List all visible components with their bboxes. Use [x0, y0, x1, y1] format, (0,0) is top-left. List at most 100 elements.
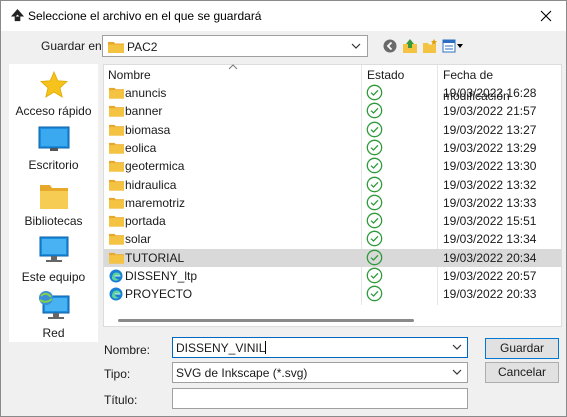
up-folder-button[interactable]: [402, 38, 418, 54]
window-title: Seleccione el archivo en el que se guard…: [28, 9, 262, 23]
file-date: 19/03/2022 20:33: [443, 287, 537, 302]
file-date: 19/03/2022 13:32: [443, 177, 537, 192]
file-date: 19/03/2022 15:51: [443, 214, 537, 229]
file-row[interactable]: DISSENY_ltp 19/03/2022 20:57: [104, 267, 561, 285]
folder-icon: [109, 106, 124, 117]
place-quick-access[interactable]: Acceso rápido: [9, 70, 98, 118]
view-menu-icon: [442, 39, 463, 53]
save-dialog: Seleccione el archivo en el que se guard…: [0, 0, 567, 417]
sync-status-icon: [366, 121, 383, 137]
folder-icon: [108, 42, 124, 53]
chevron-down-icon: [452, 369, 462, 375]
place-label: Bibliotecas: [24, 214, 83, 228]
filetype-select[interactable]: SVG de Inkscape (*.svg): [172, 362, 468, 383]
title-bar: Seleccione el archivo en el que se guard…: [1, 1, 566, 31]
sync-status-icon: [366, 157, 383, 174]
close-icon: [540, 10, 552, 22]
file-row[interactable]: eolica 19/03/2022 13:29: [104, 139, 561, 157]
place-label: Este equipo: [21, 270, 86, 284]
file-name: banner: [125, 104, 163, 119]
place-libraries[interactable]: Bibliotecas: [9, 182, 98, 228]
column-header-date[interactable]: Fecha de modificación: [443, 65, 561, 103]
cancel-button[interactable]: Cancelar: [485, 362, 559, 383]
place-desktop[interactable]: Escritorio: [9, 126, 98, 172]
navigation-toolbar: [382, 36, 464, 56]
file-row[interactable]: biomasa 19/03/2022 13:27: [104, 121, 561, 139]
column-header-status[interactable]: Estado: [367, 65, 404, 86]
close-button[interactable]: [526, 1, 566, 31]
file-row[interactable]: hidraulica 19/03/2022 13:32: [104, 176, 561, 194]
file-name: TUTORIAL: [125, 250, 185, 265]
view-menu-button[interactable]: [442, 39, 464, 53]
folder-icon: [109, 124, 124, 136]
back-button[interactable]: [382, 38, 398, 54]
file-row[interactable]: portada 19/03/2022 15:51: [104, 212, 561, 230]
file-date: 19/03/2022 16:28: [443, 86, 537, 100]
sync-status-icon: [366, 249, 383, 266]
network-icon: [38, 291, 69, 319]
folder-icon: [109, 215, 124, 227]
up-folder-icon: [403, 39, 417, 53]
sync-status-icon: [366, 102, 383, 119]
file-row[interactable]: solar 19/03/2022 13:34: [104, 230, 561, 248]
folder-icon: [109, 234, 124, 245]
filename-value: DISSENY_VINIL: [176, 341, 266, 355]
file-date: 19/03/2022 13:29: [443, 140, 537, 155]
sync-status-icon: [366, 176, 383, 192]
desktop-icon: [38, 126, 69, 151]
column-header-name[interactable]: Nombre: [108, 65, 151, 86]
sort-ascending-icon: [228, 64, 238, 70]
file-name: maremotriz: [125, 195, 186, 210]
file-name: portada: [125, 214, 166, 229]
title-input[interactable]: [172, 388, 468, 409]
edge-file-icon: [109, 269, 123, 283]
file-date: 19/03/2022 20:34: [443, 250, 537, 265]
back-arrow-icon: [383, 39, 397, 53]
sync-status-icon: [366, 267, 383, 284]
file-date: 19/03/2022 13:33: [443, 195, 537, 210]
new-folder-button[interactable]: [422, 38, 438, 54]
file-row[interactable]: TUTORIAL 19/03/2022 20:34: [104, 248, 561, 267]
file-row[interactable]: geotermica 19/03/2022 13:30: [104, 157, 561, 175]
location-combobox[interactable]: PAC2: [102, 35, 368, 57]
title-label: Título:: [104, 393, 138, 407]
horizontal-scrollbar[interactable]: [118, 319, 414, 322]
folder-icon: [109, 161, 124, 172]
file-name: biomasa: [125, 122, 171, 137]
file-date: 19/03/2022 13:34: [443, 232, 537, 247]
filetype-value: SVG de Inkscape (*.svg): [176, 366, 308, 380]
place-label: Red: [42, 326, 65, 340]
location-label: Guardar en:: [41, 39, 106, 53]
file-date: 19/03/2022 13:30: [443, 159, 537, 174]
place-label: Escritorio: [28, 158, 79, 172]
folder-icon: [109, 87, 124, 99]
sync-status-icon: [366, 194, 383, 211]
sync-status-icon: [366, 84, 383, 101]
file-list[interactable]: Nombre Estado Fecha de modificación anun…: [103, 64, 562, 327]
file-row[interactable]: maremotriz 19/03/2022 13:33: [104, 194, 561, 212]
place-network[interactable]: Red: [9, 290, 98, 340]
file-name: solar: [125, 232, 152, 247]
new-folder-icon: [423, 39, 437, 53]
sync-status-icon: [366, 231, 383, 247]
filename-label: Nombre:: [104, 343, 151, 357]
sync-status-icon: [366, 212, 383, 229]
file-row[interactable]: banner 19/03/2022 21:57: [104, 102, 561, 120]
sync-status-icon: [366, 139, 383, 156]
edge-file-icon: [109, 287, 123, 301]
chevron-down-icon: [452, 344, 462, 350]
folder-icon: [109, 197, 124, 209]
place-this-pc[interactable]: Este equipo: [9, 236, 98, 284]
chevron-down-icon: [351, 43, 361, 49]
text-caret: [265, 341, 267, 354]
file-row[interactable]: anuncis 19/03/2022 16:28: [104, 84, 561, 102]
filename-input[interactable]: DISSENY_VINIL: [172, 337, 468, 358]
sync-status-icon: [366, 285, 383, 302]
file-date: 19/03/2022 20:57: [443, 269, 537, 283]
location-value: PAC2: [127, 40, 158, 54]
file-row[interactable]: PROYECTO 19/03/2022 20:33: [104, 285, 561, 303]
save-button[interactable]: Guardar: [485, 338, 559, 359]
library-folder-icon: [39, 185, 68, 209]
star-icon: [39, 70, 68, 98]
folder-icon: [109, 179, 124, 191]
